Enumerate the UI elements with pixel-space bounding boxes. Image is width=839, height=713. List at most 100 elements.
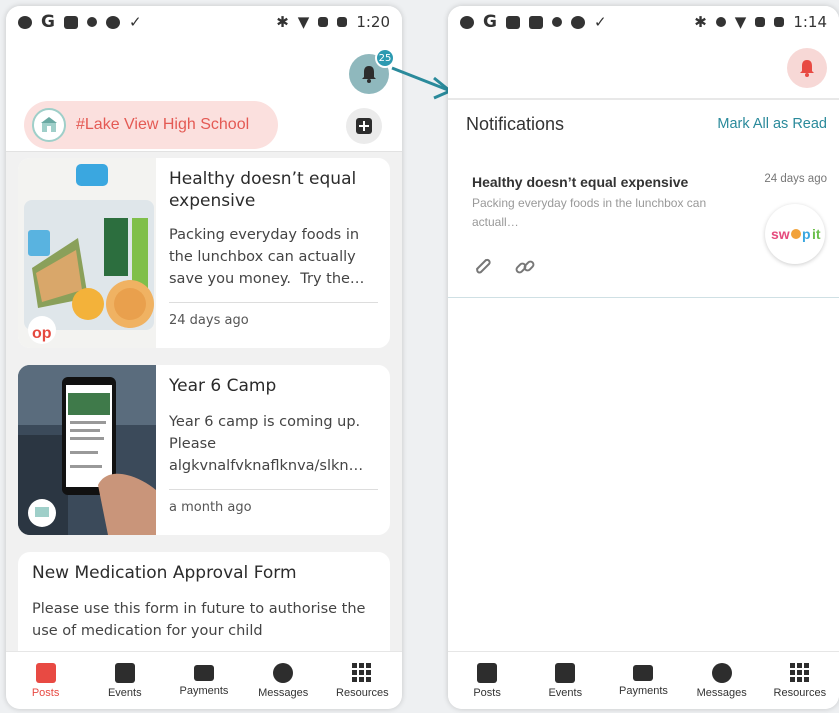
- calendar-icon: [555, 662, 576, 683]
- svg-text:it: it: [812, 226, 821, 242]
- nav-label: Resources: [336, 686, 389, 699]
- swop-it-logo: sw p it: [765, 204, 825, 264]
- image-icon: [63, 15, 78, 29]
- card-icon: [193, 664, 214, 681]
- battery-icon: [774, 17, 785, 27]
- post-excerpt: Please use this form in future to author…: [32, 601, 366, 639]
- post-card[interactable]: op Healthy doesn’t equal expensive Packi…: [18, 158, 390, 348]
- nav-posts[interactable]: Posts: [451, 662, 523, 699]
- posts-feed[interactable]: op Healthy doesn’t equal expensive Packi…: [6, 152, 402, 651]
- bottom-navigation: Posts Events Payments Messages Resources: [448, 651, 839, 709]
- notifications-button[interactable]: 25: [349, 48, 395, 94]
- post-date: 24 days ago: [169, 302, 378, 328]
- link-icon[interactable]: [512, 254, 538, 280]
- posts-icon: [477, 662, 498, 683]
- nav-label: Payments: [179, 684, 229, 697]
- mark-all-read-button[interactable]: Mark All as Read: [717, 116, 827, 132]
- google-icon: G: [41, 12, 55, 32]
- nav-resources[interactable]: Resources: [326, 662, 398, 699]
- lunchbox-image: op: [18, 158, 156, 348]
- post-excerpt: Packing everyday foods in the lunchbox c…: [169, 227, 365, 287]
- post-date: a month ago: [169, 489, 378, 515]
- posts-icon: [35, 662, 56, 683]
- notifications-button[interactable]: [787, 48, 827, 88]
- school-selector[interactable]: #Lake View High School: [24, 101, 278, 149]
- nav-label: Events: [107, 686, 142, 699]
- check-icon: ✓: [128, 13, 142, 31]
- app-bar: [448, 38, 839, 98]
- notification-date: 24 days ago: [764, 173, 827, 185]
- signal-icon: [318, 17, 329, 27]
- nav-label: Posts: [31, 686, 60, 699]
- battery-icon: [337, 17, 348, 27]
- wifi-icon: ▼: [297, 13, 310, 31]
- nav-events[interactable]: Events: [529, 662, 601, 699]
- bell-icon: [362, 66, 376, 83]
- bluetooth-icon: ✱: [694, 13, 707, 31]
- sync-icon: [105, 15, 120, 29]
- dnd-icon: [715, 17, 726, 27]
- nav-resources[interactable]: Resources: [764, 662, 836, 699]
- notifications-title: Notifications: [466, 114, 565, 134]
- school-building-icon: [41, 117, 57, 132]
- phone-posts-screen: G ✓ ✱ ▼ 1:20 25 #Lake View High School o…: [6, 6, 402, 709]
- bell-icon: [800, 60, 814, 77]
- school-logo: [32, 108, 66, 142]
- sync-icon: [570, 15, 585, 29]
- nav-posts[interactable]: Posts: [10, 662, 82, 699]
- add-post-button[interactable]: [346, 108, 382, 144]
- calendar-icon: [114, 662, 135, 683]
- assistant-icon: [86, 17, 97, 27]
- nav-label: Messages: [696, 686, 747, 699]
- post-title: New Medication Approval Form: [32, 563, 297, 583]
- wifi-icon: ▼: [734, 13, 747, 31]
- status-bar: G ✓ ✱ ▼ 1:14: [448, 6, 839, 38]
- school-name: #Lake View High School: [76, 116, 250, 133]
- nav-payments[interactable]: Payments: [168, 664, 240, 697]
- image-icon: [528, 15, 543, 29]
- notification-title: Healthy doesn’t equal expensive: [472, 174, 689, 190]
- chat-icon: [711, 662, 732, 683]
- app-bar: 25: [6, 38, 402, 98]
- google-icon: G: [483, 12, 497, 32]
- check-icon: ✓: [593, 13, 607, 31]
- add-icon: [356, 118, 372, 134]
- bluetooth-icon: ✱: [276, 13, 289, 31]
- app-icon: [18, 15, 32, 29]
- notification-item[interactable]: Healthy doesn’t equal expensive Packing …: [448, 150, 839, 298]
- grid-icon: [789, 662, 810, 683]
- post-title: Healthy doesn’t equal expensive: [169, 169, 357, 211]
- attachment-icon[interactable]: [470, 254, 496, 280]
- status-time: 1:20: [356, 13, 390, 31]
- svg-text:p: p: [802, 226, 811, 242]
- nav-payments[interactable]: Payments: [607, 664, 679, 697]
- chat-icon: [273, 662, 294, 683]
- signal-icon: [755, 17, 766, 27]
- svg-text:sw: sw: [771, 226, 790, 242]
- app-icon: [460, 15, 474, 29]
- nav-label: Resources: [773, 686, 827, 699]
- grid-icon: [352, 662, 372, 683]
- nav-label: Messages: [258, 686, 309, 699]
- post-image: [18, 365, 156, 535]
- card-icon: [633, 664, 654, 681]
- post-excerpt: Year 6 camp is coming up. Please algkvna…: [169, 414, 370, 474]
- nav-events[interactable]: Events: [89, 662, 161, 699]
- post-card[interactable]: Year 6 Camp Year 6 camp is coming up. Pl…: [18, 365, 390, 535]
- phone-camp-image: [18, 365, 156, 535]
- nav-label: Posts: [473, 686, 501, 699]
- status-time: 1:14: [793, 13, 827, 31]
- notification-excerpt: Packing everyday foods in the lunchbox c…: [472, 196, 707, 229]
- nav-messages[interactable]: Messages: [247, 662, 319, 699]
- phone-notifications-screen: G ✓ ✱ ▼ 1:14 Notifications Mark All as R…: [448, 6, 839, 709]
- bottom-navigation: Posts Events Payments Messages Resources: [6, 651, 402, 709]
- nav-messages[interactable]: Messages: [686, 662, 758, 699]
- post-card[interactable]: New Medication Approval Form Please use …: [18, 552, 390, 651]
- status-bar: G ✓ ✱ ▼ 1:20: [6, 6, 402, 38]
- nav-label: Payments: [619, 684, 668, 697]
- nav-label: Events: [548, 686, 583, 699]
- swop-logo-icon: sw p it: [771, 226, 821, 242]
- post-title: Year 6 Camp: [169, 376, 277, 396]
- notifications-header: Notifications Mark All as Read: [448, 98, 839, 150]
- school-selector-row: #Lake View High School: [6, 98, 402, 152]
